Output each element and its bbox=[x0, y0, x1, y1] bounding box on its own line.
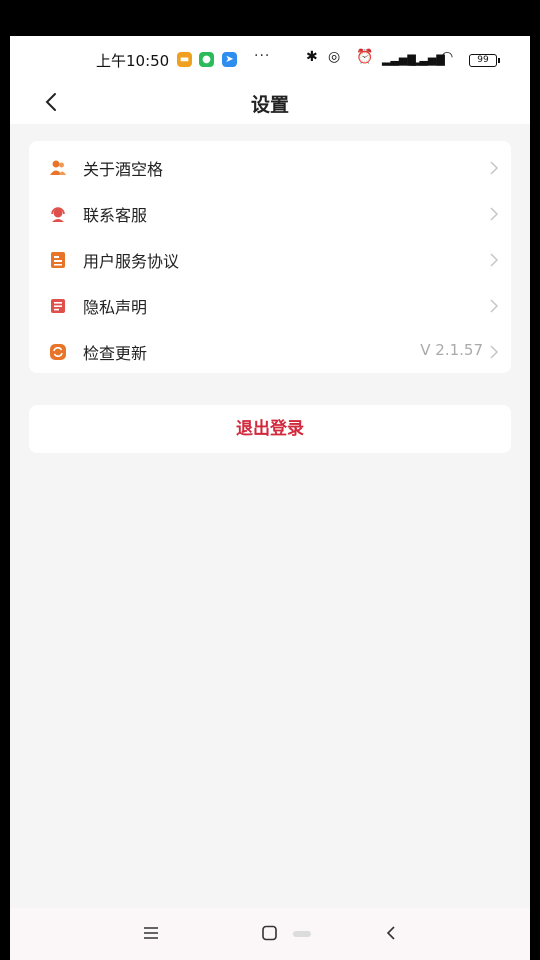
system-back-icon[interactable] bbox=[382, 924, 400, 942]
menu-item-label: 联系客服 bbox=[83, 206, 148, 225]
wechat-icon: ● bbox=[199, 52, 214, 67]
menu-item-contact-service[interactable]: 联系客服 bbox=[29, 191, 511, 237]
menu-item-label: 检查更新 bbox=[83, 344, 148, 363]
nav-bar: 设置 bbox=[10, 82, 530, 124]
refresh-icon bbox=[50, 344, 66, 360]
version-value: V 2.1.57 bbox=[420, 341, 483, 359]
alarm-icon: ⏰ bbox=[356, 49, 374, 65]
status-time: 上午10:50 bbox=[96, 52, 170, 70]
menu-item-label: 隐私声明 bbox=[83, 298, 148, 317]
wifi-icon: ◠ bbox=[441, 49, 454, 65]
chevron-right-icon bbox=[490, 299, 499, 313]
bluetooth-icon: ✱ bbox=[306, 49, 318, 65]
menu-icon[interactable] bbox=[142, 924, 160, 942]
menu-item-label: 关于酒空格 bbox=[83, 160, 164, 179]
vibrate-mute-icon: ◎ bbox=[328, 49, 341, 65]
menu-item-user-agreement[interactable]: 用户服务协议 bbox=[29, 237, 511, 283]
signal-hd-icon: ▂▃▅▇ bbox=[411, 53, 445, 66]
menu-item-privacy[interactable]: 隐私声明 bbox=[29, 283, 511, 329]
list-doc-icon bbox=[51, 299, 65, 313]
recent-apps-pill-icon bbox=[293, 931, 311, 937]
home-icon[interactable] bbox=[261, 924, 279, 942]
logout-button[interactable]: 退出登录 bbox=[29, 405, 511, 453]
headset-icon bbox=[51, 207, 65, 222]
settings-menu-card: 关于酒空格 联系客服 用户服务协议 隐私声明 检查更新 V 2.1.57 bbox=[29, 141, 511, 373]
menu-item-check-update[interactable]: 检查更新 V 2.1.57 bbox=[29, 329, 511, 375]
people-icon bbox=[50, 160, 66, 175]
page-title: 设置 bbox=[250, 94, 289, 116]
chevron-right-icon bbox=[490, 345, 499, 359]
system-nav-bar bbox=[10, 908, 530, 960]
more-notifications-icon: ··· bbox=[254, 48, 271, 64]
chevron-right-icon bbox=[490, 207, 499, 221]
menu-item-label: 用户服务协议 bbox=[83, 252, 180, 271]
battery-icon: 99 bbox=[469, 54, 500, 67]
message-app-icon: ▬ bbox=[177, 52, 192, 67]
document-icon bbox=[51, 252, 65, 268]
menu-item-about[interactable]: 关于酒空格 bbox=[29, 145, 511, 191]
status-bar: 上午10:50 ▬ ● ➤ ··· ✱ ◎ ⏰ ▂▃▅▇ ▂▃▅▇ ◠ 99 bbox=[10, 36, 530, 82]
chevron-right-icon bbox=[490, 161, 499, 175]
send-app-icon: ➤ bbox=[222, 52, 237, 67]
settings-screen: 上午10:50 ▬ ● ➤ ··· ✱ ◎ ⏰ ▂▃▅▇ ▂▃▅▇ ◠ 99 设… bbox=[10, 36, 530, 960]
chevron-right-icon bbox=[490, 253, 499, 267]
